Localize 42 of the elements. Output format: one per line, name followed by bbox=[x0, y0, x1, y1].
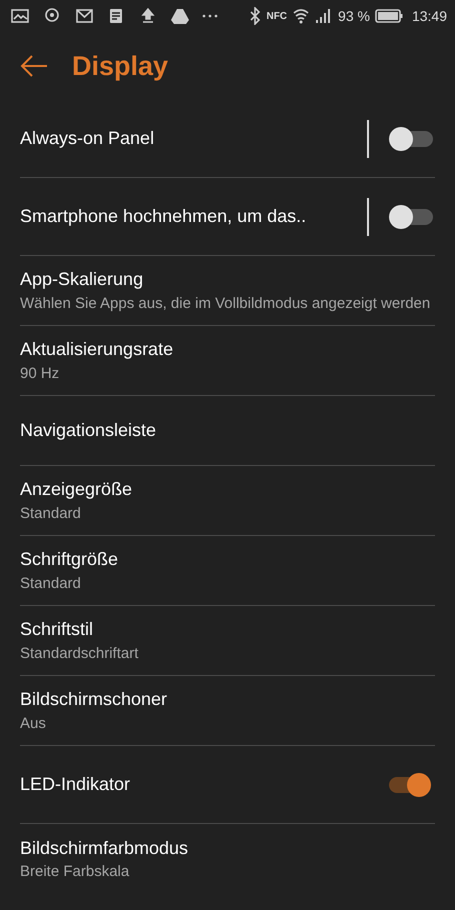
bluetooth-icon bbox=[249, 7, 262, 25]
setting-title: Schriftstil bbox=[20, 618, 94, 640]
setting-title: Always-on Panel bbox=[20, 127, 156, 150]
setting-subtitle: Standard bbox=[20, 504, 82, 523]
setting-title: Navigationsleiste bbox=[20, 419, 158, 442]
settings-row[interactable]: Smartphone hochnehmen, um das.. bbox=[20, 178, 435, 256]
more-icon bbox=[202, 14, 218, 18]
settings-row[interactable]: Schriftstil Standardschriftart bbox=[20, 606, 435, 676]
back-arrow-icon[interactable] bbox=[20, 55, 48, 77]
settings-row[interactable]: App-Skalierung Wählen Sie Apps aus, die im Vollbildmodus angezeigt werden bbox=[20, 256, 435, 326]
setting-subtitle: 90 Hz bbox=[20, 364, 60, 383]
settings-row[interactable]: Always-on Panel bbox=[20, 100, 435, 178]
battery-percent: 93 % bbox=[338, 6, 370, 26]
setting-subtitle: Standardschriftart bbox=[20, 644, 140, 663]
setting-title: Anzeigegröße bbox=[20, 478, 134, 500]
nfc-label: NFC bbox=[266, 10, 288, 24]
setting-subtitle: Breite Farbskala bbox=[20, 862, 130, 882]
setting-subtitle: Wählen Sie Apps aus, die im Vollbildmodus angezeigt werden bbox=[20, 294, 432, 313]
page-title: Display bbox=[72, 50, 168, 83]
setting-title: Aktualisierungsrate bbox=[20, 338, 174, 360]
toggle-switch[interactable] bbox=[389, 126, 435, 152]
settings-row[interactable]: Bildschirmfarbmodus Breite Farbskala bbox=[20, 824, 435, 894]
setting-title: Schriftgröße bbox=[20, 548, 120, 570]
setting-title: Bildschirmfarbmodus bbox=[20, 836, 190, 859]
settings-row[interactable]: Aktualisierungsrate 90 Hz bbox=[20, 326, 435, 396]
setting-title: Smartphone hochnehmen, um das.. bbox=[20, 205, 308, 228]
clock-time: 13:49 bbox=[412, 6, 447, 26]
setting-title: LED-Indikator bbox=[20, 773, 132, 796]
setting-subtitle: Standard bbox=[20, 574, 82, 593]
wifi-icon bbox=[292, 7, 310, 25]
setting-title: App-Skalierung bbox=[20, 268, 144, 290]
settings-row[interactable]: Navigationsleiste bbox=[20, 396, 435, 466]
battery-icon bbox=[374, 9, 403, 23]
toggle-switch[interactable] bbox=[389, 204, 435, 230]
settings-row[interactable]: Bildschirmschoner Aus bbox=[20, 676, 435, 746]
settings-row[interactable]: Schriftgröße Standard bbox=[20, 536, 435, 606]
mail-icon bbox=[74, 6, 94, 26]
setting-title: Bildschirmschoner bbox=[20, 688, 168, 710]
setting-subtitle: Aus bbox=[20, 714, 47, 733]
settings-row[interactable]: Anzeigegröße Standard bbox=[20, 466, 435, 536]
image-icon bbox=[10, 6, 30, 26]
settings-row[interactable]: LED-Indikator bbox=[20, 746, 435, 824]
